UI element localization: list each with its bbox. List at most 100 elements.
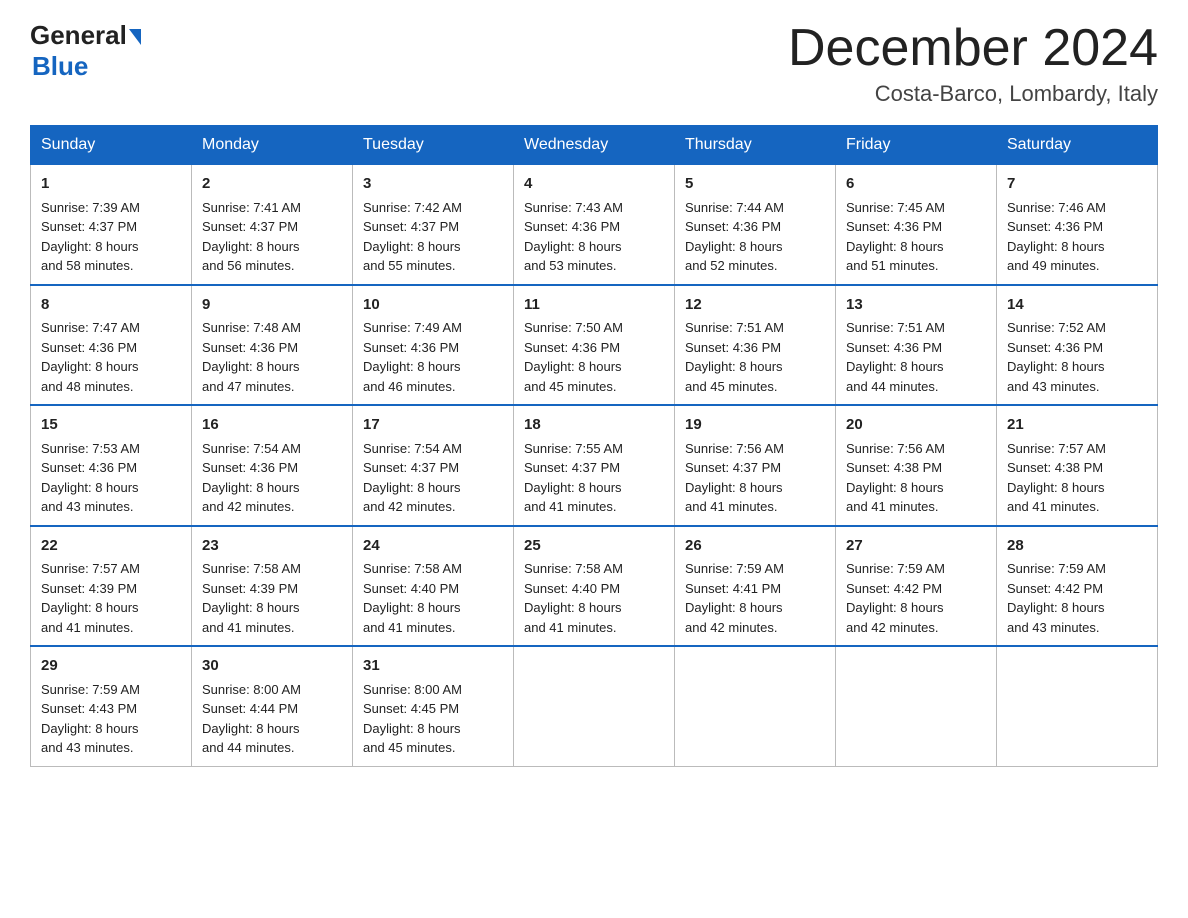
calendar-cell: 6 Sunrise: 7:45 AMSunset: 4:36 PMDaylight… <box>836 165 997 285</box>
week-row-2: 8Sunrise: 7:47 AMSunset: 4:36 PMDaylight… <box>31 285 1158 406</box>
week-row-3: 15 Sunrise: 7:53 AMSunset: 4:36 PMDayligh… <box>31 405 1158 526</box>
day-info: Sunrise: 7:59 AMSunset: 4:41 PMDaylight:… <box>685 561 784 635</box>
header-cell-wednesday: Wednesday <box>514 126 675 165</box>
day-number: 7 <box>1007 173 1147 196</box>
day-info: Sunrise: 7:59 AMSunset: 4:43 PMDaylight:… <box>41 682 140 756</box>
calendar-cell: 7Sunrise: 7:46 AMSunset: 4:36 PMDaylight… <box>997 165 1158 285</box>
day-info: Sunrise: 8:00 AMSunset: 4:45 PMDaylight:… <box>363 682 462 756</box>
logo: General Blue <box>30 20 141 82</box>
day-number: 20 <box>846 414 986 437</box>
calendar-cell: 29 Sunrise: 7:59 AMSunset: 4:43 PMDayligh… <box>31 646 192 766</box>
calendar-table: SundayMondayTuesdayWednesdayThursdayFrid… <box>30 125 1158 767</box>
day-info: Sunrise: 7:41 AMSunset: 4:37 PMDaylight:… <box>202 200 301 274</box>
day-info: Sunrise: 7:57 AMSunset: 4:39 PMDaylight:… <box>41 561 140 635</box>
day-info: Sunrise: 7:50 AMSunset: 4:36 PMDaylight:… <box>524 320 623 394</box>
calendar-cell: 26 Sunrise: 7:59 AMSunset: 4:41 PMDayligh… <box>675 526 836 647</box>
calendar-cell: 2 Sunrise: 7:41 AMSunset: 4:37 PMDaylight… <box>192 165 353 285</box>
calendar-cell: 11Sunrise: 7:50 AMSunset: 4:36 PMDayligh… <box>514 285 675 406</box>
day-number: 14 <box>1007 294 1147 317</box>
week-row-4: 22 Sunrise: 7:57 AMSunset: 4:39 PMDayligh… <box>31 526 1158 647</box>
calendar-cell: 20Sunrise: 7:56 AMSunset: 4:38 PMDayligh… <box>836 405 997 526</box>
header-cell-tuesday: Tuesday <box>353 126 514 165</box>
header-cell-thursday: Thursday <box>675 126 836 165</box>
day-number: 28 <box>1007 535 1147 558</box>
day-info: Sunrise: 7:59 AMSunset: 4:42 PMDaylight:… <box>846 561 945 635</box>
page-header: General Blue December 2024 Costa-Barco, … <box>30 20 1158 107</box>
calendar-cell: 18 Sunrise: 7:55 AMSunset: 4:37 PMDayligh… <box>514 405 675 526</box>
day-number: 21 <box>1007 414 1147 437</box>
day-number: 22 <box>41 535 181 558</box>
calendar-cell: 22 Sunrise: 7:57 AMSunset: 4:39 PMDayligh… <box>31 526 192 647</box>
day-number: 30 <box>202 655 342 678</box>
calendar-cell: 13 Sunrise: 7:51 AMSunset: 4:36 PMDayligh… <box>836 285 997 406</box>
calendar-cell: 31 Sunrise: 8:00 AMSunset: 4:45 PMDayligh… <box>353 646 514 766</box>
day-info: Sunrise: 7:54 AMSunset: 4:37 PMDaylight:… <box>363 441 462 515</box>
day-number: 18 <box>524 414 664 437</box>
day-number: 15 <box>41 414 181 437</box>
day-info: Sunrise: 7:44 AMSunset: 4:36 PMDaylight:… <box>685 200 784 274</box>
day-info: Sunrise: 8:00 AMSunset: 4:44 PMDaylight:… <box>202 682 301 756</box>
day-info: Sunrise: 7:53 AMSunset: 4:36 PMDaylight:… <box>41 441 140 515</box>
calendar-cell: 12Sunrise: 7:51 AMSunset: 4:36 PMDayligh… <box>675 285 836 406</box>
month-title: December 2024 <box>788 20 1158 77</box>
calendar-cell: 25 Sunrise: 7:58 AMSunset: 4:40 PMDayligh… <box>514 526 675 647</box>
header-cell-sunday: Sunday <box>31 126 192 165</box>
calendar-cell: 24 Sunrise: 7:58 AMSunset: 4:40 PMDayligh… <box>353 526 514 647</box>
calendar-cell: 21Sunrise: 7:57 AMSunset: 4:38 PMDayligh… <box>997 405 1158 526</box>
day-number: 3 <box>363 173 503 196</box>
day-number: 13 <box>846 294 986 317</box>
calendar-cell: 30 Sunrise: 8:00 AMSunset: 4:44 PMDayligh… <box>192 646 353 766</box>
day-number: 25 <box>524 535 664 558</box>
day-info: Sunrise: 7:51 AMSunset: 4:36 PMDaylight:… <box>685 320 784 394</box>
day-number: 10 <box>363 294 503 317</box>
day-info: Sunrise: 7:43 AMSunset: 4:36 PMDaylight:… <box>524 200 623 274</box>
day-number: 23 <box>202 535 342 558</box>
calendar-cell: 16 Sunrise: 7:54 AMSunset: 4:36 PMDayligh… <box>192 405 353 526</box>
header-cell-saturday: Saturday <box>997 126 1158 165</box>
day-info: Sunrise: 7:54 AMSunset: 4:36 PMDaylight:… <box>202 441 301 515</box>
day-number: 6 <box>846 173 986 196</box>
calendar-cell: 23 Sunrise: 7:58 AMSunset: 4:39 PMDayligh… <box>192 526 353 647</box>
day-info: Sunrise: 7:58 AMSunset: 4:40 PMDaylight:… <box>363 561 462 635</box>
day-info: Sunrise: 7:45 AMSunset: 4:36 PMDaylight:… <box>846 200 945 274</box>
day-number: 26 <box>685 535 825 558</box>
calendar-cell: 27 Sunrise: 7:59 AMSunset: 4:42 PMDayligh… <box>836 526 997 647</box>
day-number: 31 <box>363 655 503 678</box>
calendar-cell: 14 Sunrise: 7:52 AMSunset: 4:36 PMDayligh… <box>997 285 1158 406</box>
day-number: 24 <box>363 535 503 558</box>
location-text: Costa-Barco, Lombardy, Italy <box>788 81 1158 107</box>
day-number: 5 <box>685 173 825 196</box>
day-info: Sunrise: 7:52 AMSunset: 4:36 PMDaylight:… <box>1007 320 1106 394</box>
day-number: 9 <box>202 294 342 317</box>
calendar-cell: 17Sunrise: 7:54 AMSunset: 4:37 PMDayligh… <box>353 405 514 526</box>
calendar-cell: 3Sunrise: 7:42 AMSunset: 4:37 PMDaylight… <box>353 165 514 285</box>
title-area: December 2024 Costa-Barco, Lombardy, Ita… <box>788 20 1158 107</box>
calendar-cell <box>997 646 1158 766</box>
calendar-cell: 19Sunrise: 7:56 AMSunset: 4:37 PMDayligh… <box>675 405 836 526</box>
calendar-cell: 4 Sunrise: 7:43 AMSunset: 4:36 PMDaylight… <box>514 165 675 285</box>
day-number: 27 <box>846 535 986 558</box>
calendar-cell <box>675 646 836 766</box>
day-number: 16 <box>202 414 342 437</box>
logo-general-text: General <box>30 20 127 51</box>
calendar-cell: 5 Sunrise: 7:44 AMSunset: 4:36 PMDaylight… <box>675 165 836 285</box>
day-info: Sunrise: 7:39 AMSunset: 4:37 PMDaylight:… <box>41 200 140 274</box>
day-info: Sunrise: 7:58 AMSunset: 4:40 PMDaylight:… <box>524 561 623 635</box>
day-info: Sunrise: 7:49 AMSunset: 4:36 PMDaylight:… <box>363 320 462 394</box>
day-info: Sunrise: 7:51 AMSunset: 4:36 PMDaylight:… <box>846 320 945 394</box>
calendar-cell: 1Sunrise: 7:39 AMSunset: 4:37 PMDaylight… <box>31 165 192 285</box>
day-info: Sunrise: 7:59 AMSunset: 4:42 PMDaylight:… <box>1007 561 1106 635</box>
day-info: Sunrise: 7:58 AMSunset: 4:39 PMDaylight:… <box>202 561 301 635</box>
calendar-cell: 10 Sunrise: 7:49 AMSunset: 4:36 PMDayligh… <box>353 285 514 406</box>
day-number: 2 <box>202 173 342 196</box>
day-number: 29 <box>41 655 181 678</box>
calendar-cell: 8Sunrise: 7:47 AMSunset: 4:36 PMDaylight… <box>31 285 192 406</box>
week-row-5: 29 Sunrise: 7:59 AMSunset: 4:43 PMDayligh… <box>31 646 1158 766</box>
week-row-1: 1Sunrise: 7:39 AMSunset: 4:37 PMDaylight… <box>31 165 1158 285</box>
day-number: 4 <box>524 173 664 196</box>
header-cell-friday: Friday <box>836 126 997 165</box>
calendar-cell <box>514 646 675 766</box>
day-info: Sunrise: 7:56 AMSunset: 4:37 PMDaylight:… <box>685 441 784 515</box>
calendar-cell: 28 Sunrise: 7:59 AMSunset: 4:42 PMDayligh… <box>997 526 1158 647</box>
day-info: Sunrise: 7:55 AMSunset: 4:37 PMDaylight:… <box>524 441 623 515</box>
